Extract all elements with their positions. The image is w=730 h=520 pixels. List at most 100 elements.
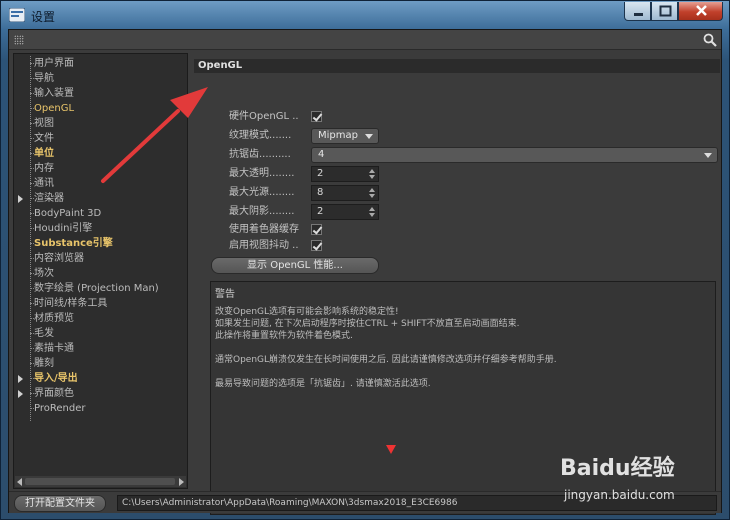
warning-line-5: 最易导致问题的选项是「抗锯齿」. 请谨慎激活此选项. bbox=[215, 379, 431, 389]
tree-item-label: 内容浏览器 bbox=[34, 253, 84, 264]
close-button[interactable] bbox=[678, 2, 723, 21]
tree-item[interactable]: OpenGL bbox=[14, 101, 187, 116]
tree-guide bbox=[30, 168, 34, 169]
tree-item-label: 界面颜色 bbox=[34, 388, 74, 399]
tree-item[interactable]: BodyPaint 3D bbox=[14, 206, 187, 221]
scroll-thumb[interactable] bbox=[25, 478, 175, 485]
tree-horizontal-scrollbar[interactable] bbox=[15, 476, 186, 487]
warning-title: 警告 bbox=[215, 289, 235, 300]
stepper-up-icon[interactable] bbox=[369, 207, 375, 211]
settings-tree: 用户界面导航输入装置 OpenGL 视图文件单位 内存 通讯渲染器 BodyPaint 3… bbox=[13, 53, 188, 489]
tree-item[interactable]: Substance引擎 bbox=[14, 236, 187, 251]
tree-item-label: Houdini引擎 bbox=[34, 223, 93, 234]
resize-handle-icon[interactable] bbox=[386, 445, 396, 454]
tree-item[interactable]: 通讯 bbox=[14, 176, 187, 191]
tree-item[interactable]: 时间线/样条工具 bbox=[14, 296, 187, 311]
show-opengl-performance-button[interactable]: 显示 OpenGL 性能... bbox=[211, 257, 379, 274]
texture-mode-label: 纹理模式....... bbox=[229, 130, 292, 141]
max-transparency-label: 最大透明........ bbox=[229, 168, 295, 179]
tree-item-label: 用户界面 bbox=[34, 58, 74, 69]
stepper-down-icon[interactable] bbox=[369, 194, 375, 198]
max-transparency-stepper[interactable]: 2 bbox=[311, 166, 379, 182]
tree-item[interactable]: Houdini引擎 bbox=[14, 221, 187, 236]
stepper-up-icon[interactable] bbox=[369, 188, 375, 192]
tree-guide bbox=[30, 243, 34, 244]
expand-arrow-icon[interactable] bbox=[18, 195, 23, 203]
tree-item-label: 输入装置 bbox=[34, 88, 74, 99]
tree-guide bbox=[30, 228, 34, 229]
max-lights-stepper[interactable]: 8 bbox=[311, 185, 379, 201]
tree-item-label: 渲染器 bbox=[34, 193, 64, 204]
tree-guide bbox=[30, 138, 34, 139]
shader-cache-checkbox[interactable] bbox=[311, 224, 322, 235]
tree-item[interactable]: 素描卡通 bbox=[14, 341, 187, 356]
stepper-up-icon[interactable] bbox=[369, 169, 375, 173]
tree-item[interactable]: 界面颜色 bbox=[14, 386, 187, 401]
tree-item-label: 文件 bbox=[34, 133, 54, 144]
max-lights-value: 8 bbox=[317, 187, 324, 198]
scroll-left-icon[interactable] bbox=[17, 478, 22, 486]
opengl-panel: OpenGL 硬件OpenGL .. 纹理模式....... Mipmap 抗锯… bbox=[192, 53, 720, 515]
view-jitter-checkbox[interactable] bbox=[311, 240, 322, 251]
max-shadows-stepper[interactable]: 2 bbox=[311, 204, 379, 220]
texture-mode-select[interactable]: Mipmap bbox=[311, 128, 379, 144]
open-config-folder-button[interactable]: 打开配置文件夹 bbox=[14, 495, 106, 512]
tree-item[interactable]: 内容浏览器 bbox=[14, 251, 187, 266]
hw-opengl-checkbox[interactable] bbox=[311, 111, 322, 122]
tree-item[interactable]: 输入装置 bbox=[14, 86, 187, 101]
warning-line-3: 此操作将重置软件为软件着色模式. bbox=[215, 331, 353, 341]
grip-icon[interactable] bbox=[14, 35, 24, 45]
chevron-down-icon bbox=[365, 134, 373, 139]
tree-item-label: 导入/导出 bbox=[34, 373, 78, 384]
window-controls bbox=[624, 2, 723, 21]
tree-item[interactable]: 视图 bbox=[14, 116, 187, 131]
tree-guide bbox=[30, 348, 34, 349]
tree-item[interactable]: 场次 bbox=[14, 266, 187, 281]
tree-guide bbox=[30, 378, 34, 379]
window-title: 设置 bbox=[31, 10, 56, 24]
tree-guide bbox=[30, 303, 34, 304]
antialias-label: 抗锯齿.......... bbox=[229, 149, 291, 160]
tree-guide bbox=[30, 93, 34, 94]
tree-item[interactable]: 文件 bbox=[14, 131, 187, 146]
tree-item[interactable]: 导航 bbox=[14, 71, 187, 86]
tree-guide bbox=[30, 123, 34, 124]
title-bar[interactable]: 设置 bbox=[1, 1, 729, 29]
expand-arrow-icon[interactable] bbox=[18, 390, 23, 398]
tree-guide bbox=[30, 183, 34, 184]
minimize-button[interactable] bbox=[624, 2, 651, 21]
tree-item[interactable]: 材质预览 bbox=[14, 311, 187, 326]
tree-item[interactable]: 毛发 bbox=[14, 326, 187, 341]
tree-guide bbox=[30, 288, 34, 289]
tree-item-label: 导航 bbox=[34, 73, 54, 84]
tree-item-label: ProRender bbox=[34, 403, 86, 414]
maximize-button[interactable] bbox=[651, 2, 678, 21]
expand-arrow-icon[interactable] bbox=[18, 375, 23, 383]
tree-item[interactable]: 内存 bbox=[14, 161, 187, 176]
tree-item[interactable]: 单位 bbox=[14, 146, 187, 161]
close-icon bbox=[696, 5, 707, 16]
tree-guide bbox=[30, 318, 34, 319]
tree-item[interactable]: 雕刻 bbox=[14, 356, 187, 371]
stepper-down-icon[interactable] bbox=[369, 213, 375, 217]
shader-cache-label: 使用着色器缓存 bbox=[229, 224, 299, 235]
search-icon[interactable] bbox=[703, 33, 717, 47]
tree-guide bbox=[30, 78, 34, 79]
tree-item[interactable]: ProRender bbox=[14, 401, 187, 416]
baidu-watermark: Baidu经验 jingyan.baidu.com bbox=[560, 450, 720, 510]
tree-item-label: BodyPaint 3D bbox=[34, 208, 102, 219]
warning-line-1: 改变OpenGL选项有可能会影响系统的稳定性! bbox=[215, 307, 399, 317]
tree-item[interactable]: 数字绘景 (Projection Man) bbox=[14, 281, 187, 296]
tree-item-label: 视图 bbox=[34, 118, 54, 129]
tree-item[interactable]: 导入/导出 bbox=[14, 371, 187, 386]
tree-item[interactable]: 用户界面 bbox=[14, 56, 187, 71]
tree-guide bbox=[30, 333, 34, 334]
stepper-down-icon[interactable] bbox=[369, 175, 375, 179]
texture-mode-value: Mipmap bbox=[318, 130, 358, 141]
tree-item-label: OpenGL bbox=[34, 103, 75, 114]
scroll-right-icon[interactable] bbox=[179, 478, 184, 486]
tree-item[interactable]: 渲染器 bbox=[14, 191, 187, 206]
antialias-select[interactable]: 4 bbox=[311, 147, 718, 163]
warning-line-2: 如果发生问题, 在下次启动程序时按住CTRL + SHIFT不放直至启动画面结束… bbox=[215, 319, 520, 329]
maximize-icon bbox=[659, 5, 672, 17]
